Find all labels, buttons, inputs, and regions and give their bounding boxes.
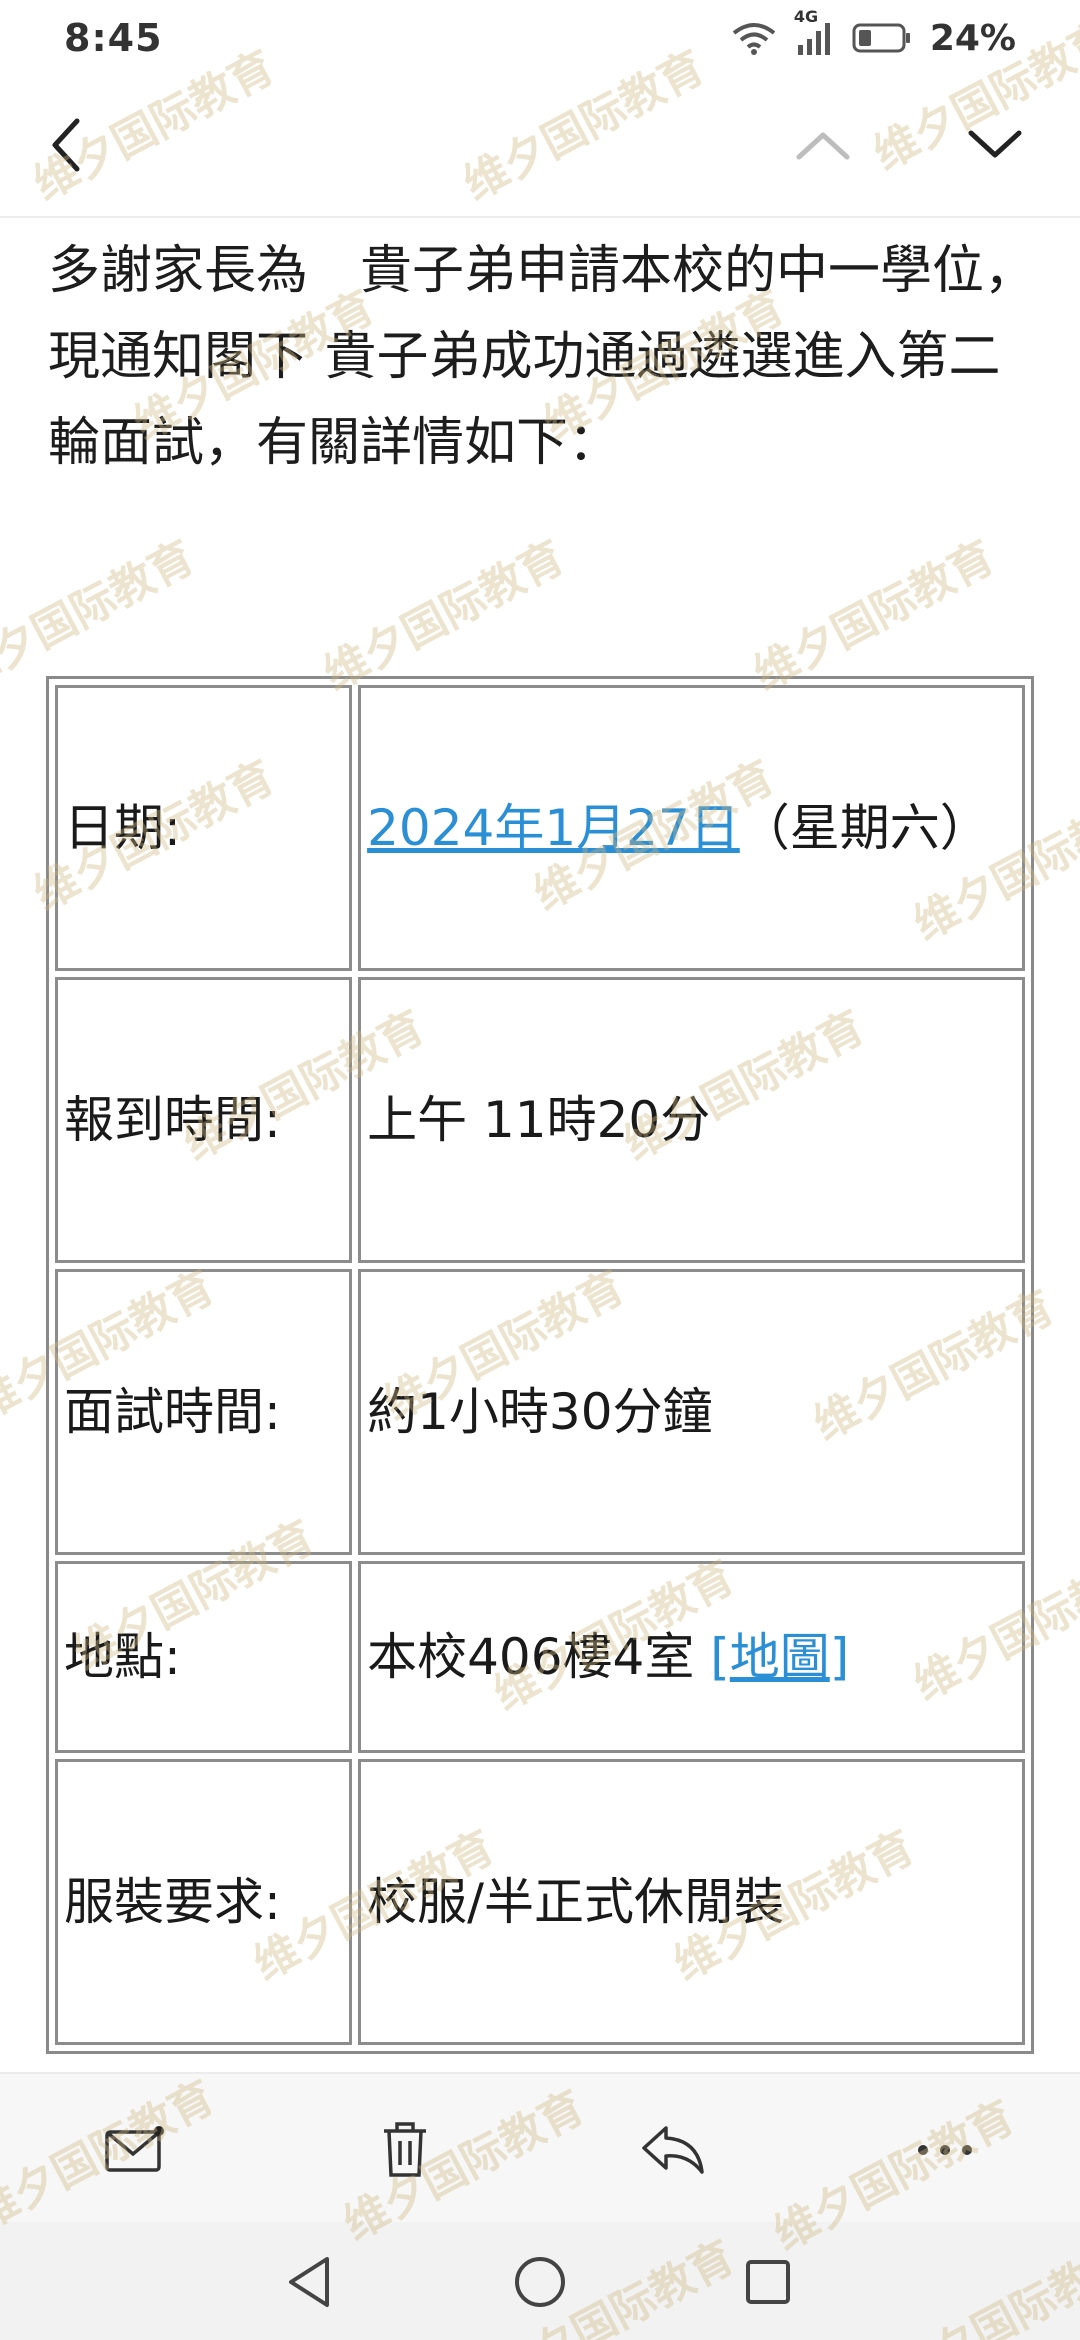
date-value: 2024年1月27日（星期六） — [358, 685, 1025, 971]
chevron-up-icon — [793, 125, 853, 169]
map-bracket-close: ] — [829, 1628, 850, 1686]
nav-back-button[interactable] — [260, 2234, 360, 2334]
date-weekday: （星期六） — [739, 799, 990, 857]
wifi-icon — [732, 21, 776, 55]
more-button[interactable] — [890, 2096, 1000, 2206]
map-link[interactable]: 地圖 — [730, 1628, 830, 1686]
duration-value: 約1小時30分鐘 — [358, 1269, 1025, 1555]
circle-home-icon — [512, 2254, 568, 2314]
mail-icon — [103, 2124, 167, 2178]
message-action-bar — [0, 2072, 1080, 2222]
back-button[interactable] — [12, 92, 122, 202]
status-bar: 8:45 4G 24% — [0, 0, 1080, 76]
triangle-back-icon — [285, 2255, 335, 2313]
battery-icon — [852, 22, 912, 54]
location-label: 地點: — [55, 1561, 353, 1753]
reply-icon — [640, 2122, 706, 2180]
dress-label: 服裝要求: — [55, 1759, 353, 2045]
network-type: 4G — [793, 7, 819, 26]
interview-details-table: 日期: 2024年1月27日（星期六） 報到時間: 上午 11時20分 面試時間… — [46, 676, 1034, 2054]
status-time: 8:45 — [64, 16, 163, 60]
system-nav-bar — [0, 2222, 1080, 2340]
top-toolbar — [0, 76, 1080, 218]
nav-recent-apps-button[interactable] — [718, 2234, 818, 2334]
location-value-cell: 本校406樓4室 [地圖] — [358, 1561, 1025, 1753]
intro-paragraph: 多謝家長為 貴子弟申請本校的中一學位，現通知閣下 貴子弟成功通過遴選進入第二輪面… — [48, 241, 1037, 473]
table-row: 服裝要求: 校服/半正式休閒裝 — [55, 1759, 1025, 2045]
nav-home-button[interactable] — [490, 2234, 590, 2334]
signal-icon: 4G — [794, 7, 834, 55]
square-recent-icon — [743, 2257, 793, 2311]
date-label: 日期: — [55, 685, 353, 971]
previous-message-button[interactable] — [768, 92, 878, 202]
reply-button[interactable] — [618, 2096, 728, 2206]
table-row: 面試時間: 約1小時30分鐘 — [55, 1269, 1025, 1555]
trash-icon — [380, 2119, 430, 2183]
status-icons: 4G 24% — [732, 7, 1016, 59]
message-body: 多謝家長為 貴子弟申請本校的中一學位，現通知閣下 貴子弟成功通過遴選進入第二輪面… — [48, 228, 1048, 486]
duration-label: 面試時間: — [55, 1269, 353, 1555]
checkin-value: 上午 11時20分 — [358, 977, 1025, 1263]
table-row: 日期: 2024年1月27日（星期六） — [55, 685, 1025, 971]
chevron-down-icon — [965, 125, 1025, 169]
chevron-left-icon — [47, 115, 87, 179]
table-row: 地點: 本校406樓4室 [地圖] — [55, 1561, 1025, 1753]
dress-value: 校服/半正式休閒裝 — [358, 1759, 1025, 2045]
map-bracket-open: [ — [710, 1628, 730, 1686]
location-value: 本校406樓4室 — [367, 1628, 695, 1686]
battery-percent: 24% — [929, 17, 1016, 59]
table-row: 報到時間: 上午 11時20分 — [55, 977, 1025, 1263]
delete-button[interactable] — [350, 2096, 460, 2206]
next-message-button[interactable] — [940, 92, 1050, 202]
date-link[interactable]: 2024年1月27日 — [367, 799, 740, 857]
more-icon — [915, 2142, 975, 2161]
checkin-label: 報到時間: — [55, 977, 353, 1263]
mark-unread-button[interactable] — [80, 2096, 190, 2206]
